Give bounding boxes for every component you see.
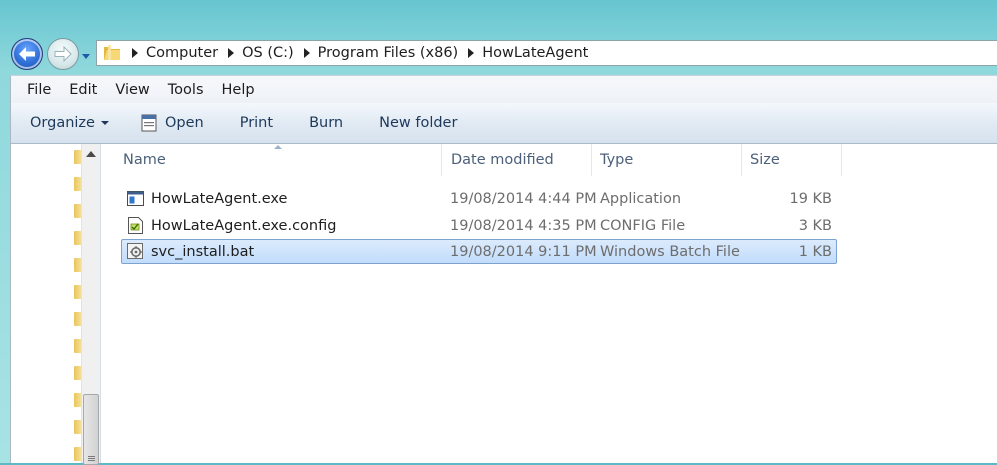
- breadcrumb-computer[interactable]: Computer: [146, 45, 218, 61]
- forward-button[interactable]: [47, 38, 79, 70]
- breadcrumb-os-drive[interactable]: OS (C:): [242, 45, 294, 61]
- file-row[interactable]: HowLateAgent.exe 19/08/2014 4:44 PM Appl…: [121, 186, 837, 211]
- menu-tools[interactable]: Tools: [159, 82, 213, 98]
- file-name: HowLateAgent.exe: [151, 190, 288, 207]
- forward-arrow-icon: [54, 46, 72, 62]
- recent-pages-dropdown[interactable]: [81, 49, 91, 59]
- burn-button[interactable]: Burn: [309, 115, 343, 131]
- menu-view[interactable]: View: [106, 82, 158, 98]
- file-date-modified: 19/08/2014 4:35 PM: [450, 217, 597, 234]
- organize-label: Organize: [30, 115, 95, 131]
- file-size: 1 KB: [798, 243, 832, 260]
- open-label: Open: [164, 115, 204, 131]
- menu-bar: File Edit View Tools Help: [10, 75, 997, 103]
- breadcrumb-separator[interactable]: [303, 48, 310, 58]
- back-arrow-icon: [18, 46, 36, 62]
- batch-file-icon: [126, 240, 144, 263]
- file-date-modified: 19/08/2014 9:11 PM: [450, 243, 597, 260]
- open-button[interactable]: Open: [141, 114, 204, 132]
- file-type: CONFIG File: [600, 217, 686, 234]
- folder-icon: [102, 44, 122, 62]
- file-type: Application: [600, 190, 682, 207]
- grip-line: [88, 458, 95, 459]
- new-folder-button[interactable]: New folder: [379, 115, 457, 131]
- breadcrumb-howlateagent[interactable]: HowLateAgent: [482, 45, 588, 61]
- menu-edit[interactable]: Edit: [60, 82, 106, 98]
- scroll-up-icon[interactable]: [86, 151, 96, 157]
- breadcrumb-separator[interactable]: [132, 48, 138, 58]
- navigation-scrollbar[interactable]: [81, 144, 100, 465]
- column-header-size[interactable]: Size: [742, 144, 842, 176]
- column-header-date-modified[interactable]: Date modified: [442, 144, 592, 176]
- application-icon: [126, 187, 144, 210]
- file-size: 19 KB: [789, 190, 832, 207]
- chevron-down-icon: [81, 49, 91, 65]
- back-button[interactable]: [11, 38, 43, 70]
- column-header-type[interactable]: Type: [592, 144, 742, 176]
- file-date-modified: 19/08/2014 4:44 PM: [450, 190, 597, 207]
- print-button[interactable]: Print: [240, 115, 273, 131]
- column-header-name[interactable]: Name: [112, 144, 442, 176]
- config-file-icon: [126, 214, 144, 237]
- explorer-content: Name Date modified Type Size HowLateAgen…: [10, 144, 997, 465]
- grip-line: [88, 456, 95, 457]
- file-size: 3 KB: [798, 217, 832, 234]
- address-bar[interactable]: Computer OS (C:) Program Files (x86) How…: [96, 40, 997, 66]
- breadcrumb-program-files[interactable]: Program Files (x86): [318, 45, 459, 61]
- file-row[interactable]: HowLateAgent.exe.config 19/08/2014 4:35 …: [121, 213, 837, 238]
- scrollbar-thumb[interactable]: [83, 394, 99, 465]
- menu-help[interactable]: Help: [213, 82, 264, 98]
- navigation-pane: [11, 144, 101, 465]
- breadcrumb-separator[interactable]: [468, 48, 475, 58]
- open-window-icon: [141, 114, 157, 132]
- chevron-down-icon: [100, 121, 109, 125]
- file-type: Windows Batch File: [600, 243, 740, 260]
- file-row-selected[interactable]: svc_install.bat 19/08/2014 9:11 PM Windo…: [121, 239, 837, 264]
- organize-button[interactable]: Organize: [30, 115, 109, 131]
- breadcrumb-separator[interactable]: [228, 48, 235, 58]
- column-headers: Name Date modified Type Size: [112, 144, 852, 176]
- file-name: svc_install.bat: [151, 243, 255, 260]
- menu-file[interactable]: File: [11, 82, 60, 98]
- grip-line: [88, 460, 95, 461]
- command-bar: Organize Open Print Burn New folder: [10, 103, 997, 144]
- file-name: HowLateAgent.exe.config: [151, 217, 337, 234]
